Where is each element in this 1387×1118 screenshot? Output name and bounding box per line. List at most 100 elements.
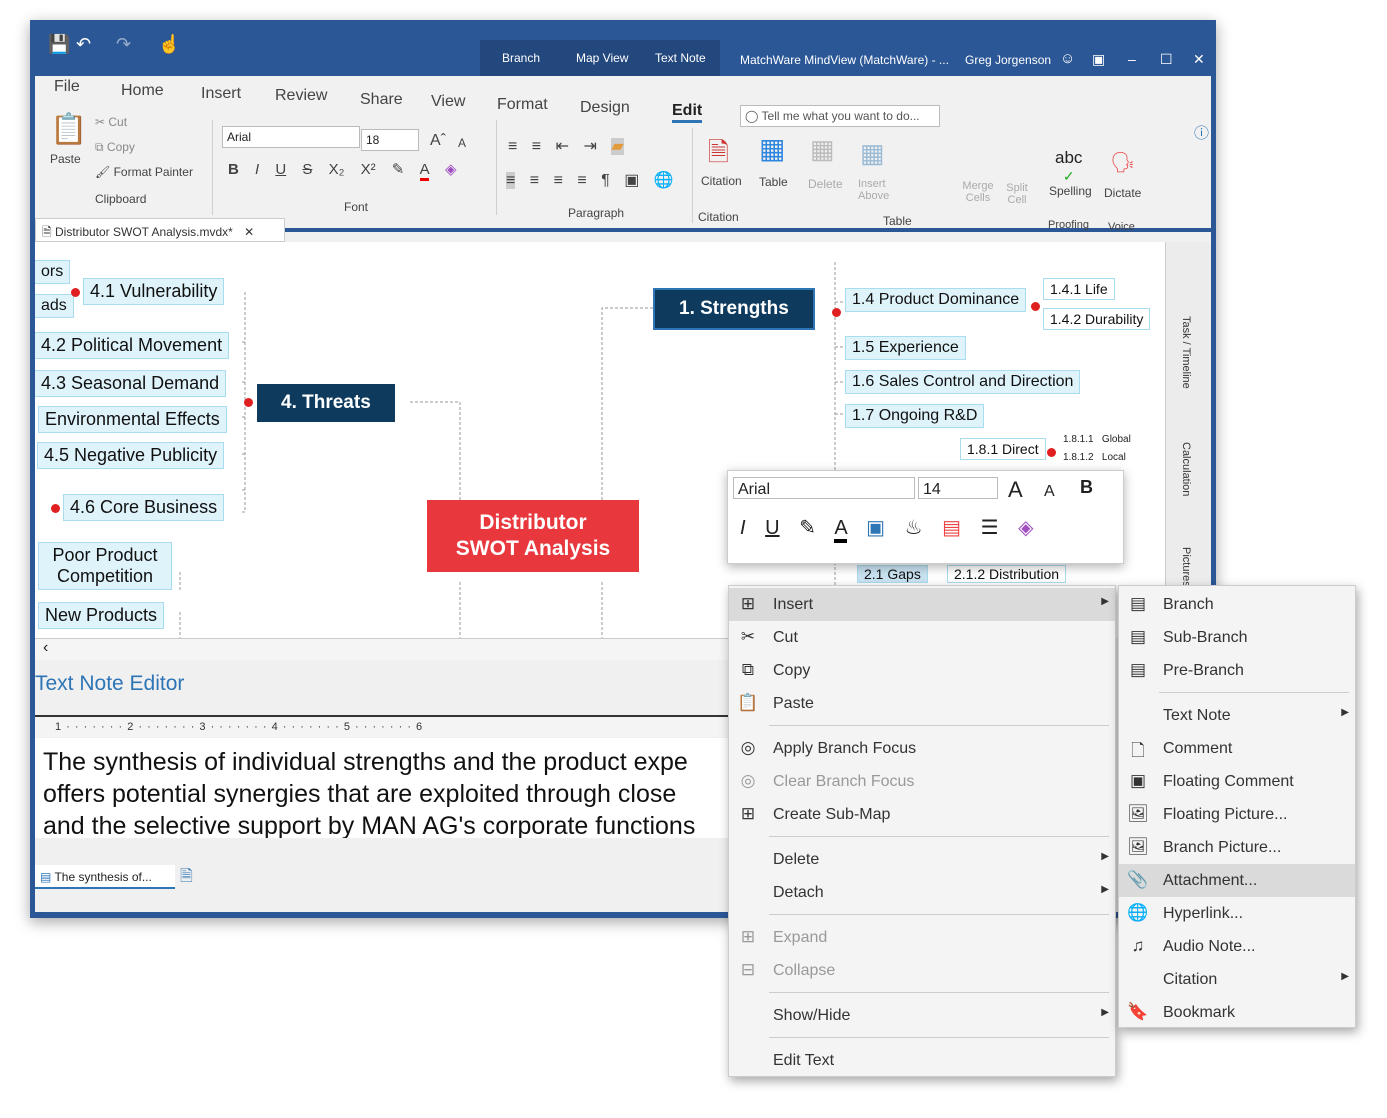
- paragraph-align-buttons[interactable]: ≡ ≡ ≡ ≡ ¶ ▣ 🌐: [506, 170, 674, 190]
- node-ongoing-rd[interactable]: 1.7 Ongoing R&D: [845, 404, 985, 428]
- mini-size-combo[interactable]: 14: [918, 477, 998, 499]
- paragraph-list-buttons[interactable]: ≡ ≡ ⇤ ⇥ ▰: [508, 136, 624, 156]
- dictate-button[interactable]: Dictate: [1104, 186, 1141, 200]
- menu-item-expand[interactable]: ⊞ Expand: [729, 921, 1115, 954]
- grow-font-icon[interactable]: Aˆ: [430, 132, 446, 150]
- redo-icon[interactable]: ↷: [116, 34, 131, 55]
- undo-icon[interactable]: ↶: [76, 34, 91, 55]
- shape-fill-icon[interactable]: ▣: [866, 517, 885, 539]
- collapse-toggle[interactable]: [1047, 448, 1056, 457]
- spelling-button[interactable]: Spelling: [1049, 184, 1092, 198]
- menu-item-show-hide[interactable]: Show/Hide ▶: [729, 999, 1115, 1032]
- node-gaps[interactable]: 2.1 Gaps: [857, 565, 928, 583]
- side-tab-pictures[interactable]: Pictures: [1180, 547, 1192, 587]
- italic-icon[interactable]: I: [740, 517, 746, 539]
- branch-strengths[interactable]: 1. Strengths: [655, 290, 813, 328]
- central-topic[interactable]: Distributor SWOT Analysis: [427, 500, 639, 572]
- menu-item-bookmark[interactable]: 🔖 Bookmark: [1119, 996, 1355, 1029]
- menu-item-copy[interactable]: ⧉ Copy: [729, 654, 1115, 687]
- merge-cells-button[interactable]: Merge Cells: [960, 180, 996, 204]
- subscript-icon[interactable]: X₂: [329, 161, 345, 178]
- save-icon[interactable]: 💾: [48, 34, 70, 55]
- bullets-icon[interactable]: ≡: [508, 138, 517, 155]
- menu-item-edit-text[interactable]: Edit Text: [729, 1044, 1115, 1077]
- node-cut[interactable]: ors: [35, 260, 71, 284]
- mini-font-combo[interactable]: Arial: [733, 477, 915, 499]
- insert-above-button[interactable]: Insert Above: [858, 178, 898, 202]
- justify-icon[interactable]: ≡: [577, 172, 586, 189]
- note-tab[interactable]: ▤ The synthesis of...: [35, 865, 175, 889]
- node-core-business[interactable]: 4.6 Core Business: [63, 494, 225, 521]
- collapse-toggle[interactable]: [51, 504, 60, 513]
- menu-item-cut[interactable]: ✂ Cut: [729, 621, 1115, 654]
- horizontal-scrollbar[interactable]: ‹: [35, 638, 735, 660]
- node-seasonal-demand[interactable]: 4.3 Seasonal Demand: [35, 370, 227, 397]
- menu-item-pre-branch[interactable]: ▤ Pre-Branch: [1119, 654, 1355, 687]
- branch-threats[interactable]: 4. Threats: [257, 384, 395, 422]
- fill-bucket-icon[interactable]: ♨: [905, 517, 923, 539]
- shrink-font-icon[interactable]: A: [458, 136, 466, 150]
- font-color-icon[interactable]: A: [419, 161, 429, 181]
- indent-icon[interactable]: ⇥: [583, 138, 596, 155]
- menu-item-collapse[interactable]: ⊟ Collapse: [729, 954, 1115, 987]
- border-color-icon[interactable]: ▤: [942, 517, 961, 539]
- bold-icon[interactable]: B: [1080, 477, 1093, 498]
- add-note-icon[interactable]: 🗎: [180, 865, 193, 892]
- align-right-icon[interactable]: ≡: [554, 172, 563, 189]
- tab-home[interactable]: Home: [121, 82, 164, 100]
- side-tab-calculation[interactable]: Calculation: [1180, 442, 1192, 496]
- highlight-icon[interactable]: ✎: [392, 161, 405, 178]
- menu-item-floating-comment[interactable]: ▣ Floating Comment: [1119, 765, 1355, 798]
- tab-insert[interactable]: Insert: [201, 85, 241, 103]
- tab-share[interactable]: Share: [360, 91, 403, 109]
- tab-format[interactable]: Format: [497, 96, 548, 114]
- menu-item-create-sub-map[interactable]: ⊞ Create Sub-Map: [729, 798, 1115, 831]
- document-tab[interactable]: 🗎 Distributor SWOT Analysis.mvdx* ✕: [35, 218, 285, 242]
- close-tab-icon[interactable]: ✕: [244, 225, 254, 239]
- side-tab-task-timeline[interactable]: Task / Timeline: [1180, 316, 1192, 389]
- menu-item-branch-picture[interactable]: 🖼 Branch Picture...: [1119, 831, 1355, 864]
- format-painter-button[interactable]: 🖌 Format Painter: [95, 165, 193, 179]
- highlight-icon[interactable]: ✎: [799, 517, 816, 539]
- menu-item-comment[interactable]: 🗋 Comment: [1119, 732, 1355, 765]
- collapse-toggle[interactable]: [832, 308, 841, 317]
- menu-item-citation[interactable]: Citation ▶: [1119, 963, 1355, 996]
- delete-button[interactable]: Delete: [808, 177, 843, 191]
- node-global[interactable]: 1.8.1.1 Global: [1063, 434, 1131, 445]
- node-political-movement[interactable]: 4.2 Political Movement: [35, 332, 230, 359]
- tab-view[interactable]: View: [431, 93, 465, 111]
- node-negative-publicity[interactable]: 4.5 Negative Publicity: [37, 442, 225, 469]
- collapse-toggle[interactable]: [244, 398, 253, 407]
- touch-mode-icon[interactable]: ☝: [158, 34, 180, 55]
- menu-item-attachment[interactable]: 📎 Attachment...: [1119, 864, 1355, 897]
- strike-icon[interactable]: S: [302, 161, 312, 178]
- node-life[interactable]: 1.4.1 Life: [1043, 278, 1115, 300]
- context-tab-branch[interactable]: Branch: [502, 51, 540, 65]
- menu-item-hyperlink[interactable]: 🌐 Hyperlink...: [1119, 897, 1355, 930]
- menu-item-delete[interactable]: Delete ▶: [729, 843, 1115, 876]
- pilcrow-icon[interactable]: ¶: [601, 172, 610, 189]
- menu-item-audio-note[interactable]: ♫ Audio Note...: [1119, 930, 1355, 963]
- context-tab-text-note[interactable]: Text Note: [655, 51, 706, 65]
- superscript-icon[interactable]: X²: [361, 161, 376, 178]
- node-poor-product-competition[interactable]: Poor Product Competition: [38, 542, 172, 590]
- collapse-toggle[interactable]: [1031, 302, 1040, 311]
- user-name[interactable]: Greg Jorgenson: [965, 53, 1051, 67]
- node-environmental-effects[interactable]: Environmental Effects: [38, 406, 227, 433]
- menu-item-paste[interactable]: 📋 Paste: [729, 687, 1115, 720]
- align-center-icon[interactable]: ≡: [530, 172, 539, 189]
- menu-item-branch[interactable]: ▤ Branch: [1119, 588, 1355, 621]
- menu-item-clear-branch-focus[interactable]: ◎ Clear Branch Focus: [729, 765, 1115, 798]
- paste-button[interactable]: Paste: [50, 152, 81, 166]
- tab-file[interactable]: File: [54, 78, 80, 96]
- ruler[interactable]: 1 · · · · · · · 2 · · · · · · · 3 · · · …: [35, 715, 735, 737]
- bold-icon[interactable]: B: [228, 161, 239, 178]
- numbering-icon[interactable]: ≡: [532, 138, 541, 155]
- close-button[interactable]: ✕: [1193, 51, 1205, 68]
- node-experience[interactable]: 1.5 Experience: [845, 336, 966, 360]
- split-cell-button[interactable]: Split Cell: [1002, 182, 1032, 206]
- scroll-left-icon[interactable]: ‹: [35, 639, 48, 656]
- node-product-dominance[interactable]: 1.4 Product Dominance: [845, 288, 1027, 312]
- mindmap-canvas[interactable]: ors ads 4.1 Vulnerability 4.2 Political …: [35, 242, 1165, 638]
- font-format-buttons[interactable]: B I U S X₂ X² ✎ A ◈: [228, 160, 457, 181]
